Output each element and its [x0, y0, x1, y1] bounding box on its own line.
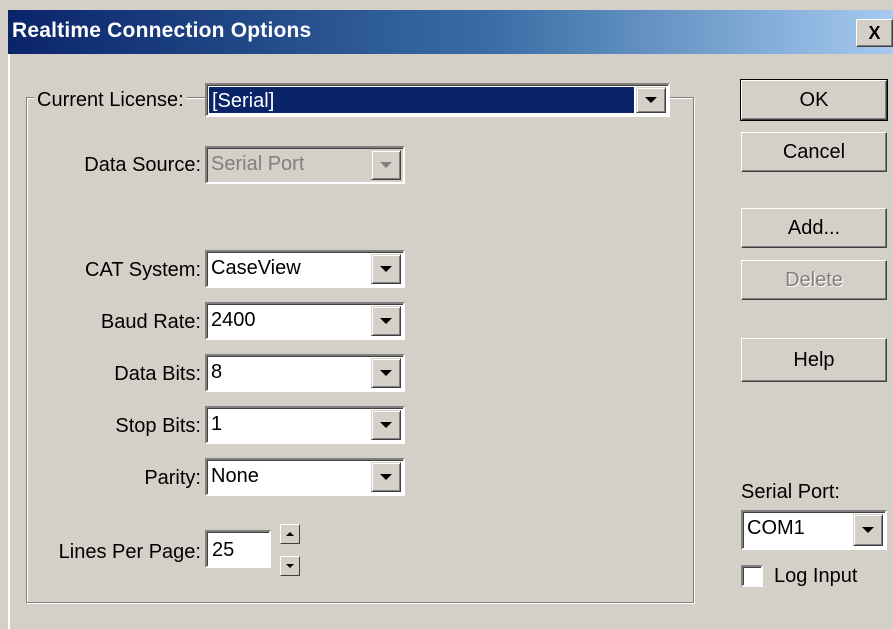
stop-bits-dropdown-button[interactable] — [371, 410, 401, 440]
parity-value: None — [211, 465, 259, 487]
data-source-select: Serial Port — [205, 146, 405, 184]
close-icon: X — [868, 22, 881, 43]
data-source-value: Serial Port — [211, 153, 305, 175]
chevron-down-icon — [380, 422, 392, 428]
current-license-dropdown-button[interactable] — [636, 87, 666, 113]
chevron-down-icon — [380, 370, 392, 376]
help-button[interactable]: Help — [741, 338, 887, 382]
baud-rate-select[interactable]: 2400 — [205, 302, 405, 340]
delete-button-label: Delete — [785, 268, 843, 291]
lines-per-page-value: 25 — [212, 539, 235, 561]
help-button-label: Help — [793, 348, 835, 371]
serial-port-value: COM1 — [747, 517, 805, 539]
data-source-label: Data Source: — [84, 154, 201, 176]
data-bits-select[interactable]: 8 — [205, 354, 405, 392]
current-license-select[interactable]: [Serial] — [205, 83, 670, 117]
lines-per-page-spin-down[interactable] — [280, 556, 300, 576]
cat-system-value: CaseView — [211, 257, 301, 279]
close-button[interactable]: X — [856, 19, 893, 47]
cancel-button-label: Cancel — [782, 140, 846, 163]
stop-bits-select[interactable]: 1 — [205, 406, 405, 444]
lines-per-page-input[interactable]: 25 — [205, 530, 271, 568]
current-license-value: [Serial] — [209, 87, 634, 113]
chevron-down-icon — [380, 318, 392, 324]
serial-port-select[interactable]: COM1 — [741, 510, 887, 550]
chevron-down-icon — [380, 474, 392, 480]
serial-port-dropdown-button[interactable] — [853, 514, 883, 546]
log-input-checkbox[interactable] — [741, 565, 763, 587]
parity-dropdown-button[interactable] — [371, 462, 401, 492]
title-bar: Realtime Connection Options X — [8, 10, 893, 54]
spin-down-icon — [286, 564, 294, 568]
log-input-label[interactable]: Log Input — [774, 564, 857, 588]
ok-button-label: OK — [799, 88, 829, 111]
stop-bits-value: 1 — [211, 413, 223, 435]
cat-system-dropdown-button[interactable] — [371, 254, 401, 284]
chevron-down-icon — [645, 97, 657, 103]
data-bits-dropdown-button[interactable] — [371, 358, 401, 388]
lines-per-page-label: Lines Per Page: — [58, 541, 201, 563]
serial-port-label: Serial Port: — [741, 481, 840, 503]
current-license-label: Current License: — [34, 88, 187, 112]
add-button-label: Add... — [787, 216, 841, 239]
window-title: Realtime Connection Options — [12, 19, 312, 42]
data-source-dropdown-button — [371, 150, 401, 180]
data-bits-value: 8 — [211, 361, 223, 383]
parity-select[interactable]: None — [205, 458, 405, 496]
delete-button: Delete — [741, 260, 887, 300]
chevron-down-icon — [380, 162, 392, 168]
parity-label: Parity: — [144, 467, 201, 489]
chevron-down-icon — [862, 527, 874, 533]
baud-rate-value: 2400 — [211, 309, 256, 331]
data-bits-label: Data Bits: — [114, 363, 201, 385]
window-border — [8, 54, 10, 629]
stop-bits-label: Stop Bits: — [115, 415, 201, 437]
baud-rate-dropdown-button[interactable] — [371, 306, 401, 336]
lines-per-page-spin-up[interactable] — [280, 524, 300, 544]
cat-system-select[interactable]: CaseView — [205, 250, 405, 288]
add-button[interactable]: Add... — [741, 208, 887, 248]
chevron-down-icon — [380, 266, 392, 272]
spin-up-icon — [286, 532, 294, 536]
baud-rate-label: Baud Rate: — [100, 311, 201, 333]
ok-button[interactable]: OK — [740, 79, 888, 121]
cat-system-label: CAT System: — [85, 259, 201, 281]
cancel-button[interactable]: Cancel — [741, 132, 887, 172]
